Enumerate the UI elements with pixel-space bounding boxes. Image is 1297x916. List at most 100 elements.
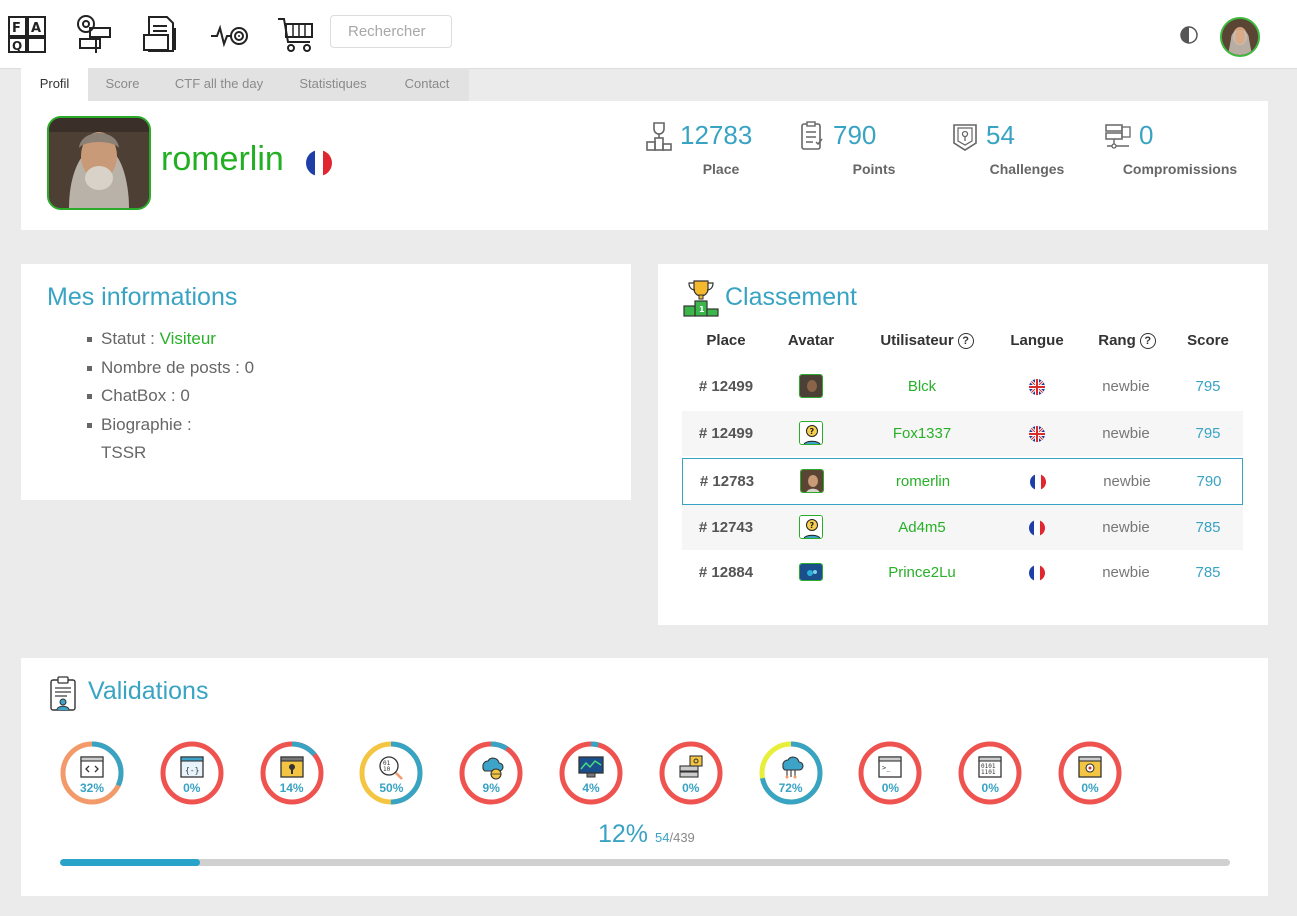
info-statut: Statut : Visiteur [87,325,254,354]
svg-text:>_: >_ [882,764,891,772]
tab-statistiques[interactable]: Statistiques [281,68,385,101]
profile-card: romerlin 12783 Place 790 Points 54 Chall… [21,101,1268,230]
avatar[interactable]: ? [799,421,823,445]
ring-percent-label: 9% [482,781,500,795]
top-bar: F A Q [0,0,1297,69]
stat-challenges-value: 54 [986,120,1015,150]
cryptanalysis-icon [279,756,304,778]
ring-percent-label: 0% [881,781,900,795]
info-bio-value: TSSR [101,439,254,468]
table-row[interactable]: # 12884 Prince2Lu newbie 785 [682,550,1243,595]
validation-ring-app-script[interactable]: >_ 0% [857,740,923,806]
row-place: # 12499 [698,425,754,442]
row-place: # 12783 [699,473,755,490]
theme-toggle-icon[interactable] [1180,26,1198,44]
posts-text: Nombre de posts : 0 [101,357,255,377]
statut-label: Statut : [101,329,160,348]
table-row[interactable]: # 12743 ? Ad4m5 newbie 785 [682,505,1243,550]
avatar[interactable]: ? [799,515,823,539]
stat-challenges-label: Challenges [989,161,1065,177]
stat-place-value: 12783 [680,120,753,150]
tab-ctf-all-the-day[interactable]: CTF all the day [157,68,281,101]
info-card: Mes informations Statut : Visiteur Nombr… [21,264,631,500]
bio-label: Biographie : [101,414,192,434]
profile-username: romerlin [161,140,284,178]
info-title: Mes informations [47,283,238,311]
row-rang: newbie [1103,473,1151,490]
validation-ring-web-server[interactable]: {-} 0% [159,740,225,806]
row-score: 795 [1195,378,1221,395]
validation-ring-forensic[interactable]: 4% [558,740,624,806]
tab-profil[interactable]: Profil [21,68,88,101]
svg-text:1101: 1101 [981,769,996,776]
validation-ring-realist[interactable]: 0% [1057,740,1123,806]
validation-ring-cracking[interactable]: 0101 1101 0% [957,740,1023,806]
ranking-title: Classement [725,283,857,311]
signpost-icon[interactable] [74,14,114,54]
user-avatar[interactable] [1220,17,1260,57]
ring-percent-label: 0% [981,781,999,795]
row-score: 785 [1195,564,1221,581]
tab-contact[interactable]: Contact [385,68,469,101]
info-posts: Nombre de posts : 0 [87,354,255,383]
progress-bar-fill [60,859,201,866]
row-user[interactable]: Ad4m5 [877,505,967,550]
ring-percent-label: 14% [279,781,304,795]
statut-value: Visiteur [159,329,216,348]
stat-challenges: 54 Challenges [952,120,1102,201]
row-rang: newbie [1102,378,1150,395]
documents-icon[interactable] [141,14,181,54]
search-input[interactable] [330,15,452,48]
row-score: 785 [1195,519,1221,536]
validation-ring-app-system[interactable]: 0% [658,740,724,806]
help-icon[interactable]: ? [1139,333,1156,349]
ring-percent-label: 32% [79,781,105,795]
stat-points-label: Points [852,161,896,177]
cracking-icon: 01011101 [978,756,1002,778]
france-flag-icon [1029,565,1045,581]
row-rang: newbie [1102,564,1150,581]
progress-count: 54/439 [655,830,695,845]
tab-score[interactable]: Score [88,68,157,101]
validation-ring-steganography[interactable]: 01 10 50% [358,740,424,806]
ring-percent-label: 72% [778,781,803,795]
web-client-icon [80,756,104,778]
ring-percent-label: 0% [183,781,201,795]
france-flag-icon [306,150,332,176]
avatar[interactable] [799,374,823,398]
validation-ring-cryptanalysis[interactable]: 14% [259,740,325,806]
stat-compromissions-label: Compromissions [1122,161,1238,177]
svg-text:10: 10 [383,766,391,773]
stat-points: 790 Points [799,120,949,201]
info-chatbox: ChatBox : 0 [87,382,254,411]
validation-ring-programming[interactable]: 72% [758,740,824,806]
avatar[interactable] [799,563,823,581]
row-user[interactable]: Fox1337 [877,411,967,456]
help-icon[interactable]: ? [957,333,974,349]
validation-ring-web-client[interactable]: 32% [59,740,125,806]
row-place: # 12743 [698,519,754,536]
table-row-current-user[interactable]: # 12783 romerlin newbie 790 [682,458,1243,505]
svg-text:A: A [31,21,41,36]
table-row[interactable]: # 12499 Blck newbie 795 [682,364,1243,409]
row-user[interactable]: romerlin [878,459,968,504]
row-user[interactable]: Blck [877,364,967,409]
svg-text:F: F [12,21,21,36]
table-row[interactable]: # 12499 ? Fox1337 newbie 795 [682,411,1243,456]
web-server-icon: {-} [180,756,204,778]
ring-percent-label: 0% [1081,781,1099,795]
cart-icon[interactable] [276,14,316,54]
steganography-icon: 0110 [379,756,404,780]
row-place: # 12499 [698,378,754,395]
chatbox-text: ChatBox : 0 [101,386,190,405]
col-score: Score [1187,332,1229,349]
target-icon[interactable] [209,14,249,54]
row-place: # 12884 [698,564,754,581]
avatar[interactable] [800,469,824,493]
ranking-card: 1 Classement Place Avatar Utilisateur? L… [658,264,1268,625]
row-user[interactable]: Prince2Lu [877,550,967,595]
validation-ring-network[interactable]: 9% [458,740,524,806]
stat-compromissions: 0 Compromissions [1105,120,1255,201]
info-biographie: Biographie : [87,411,254,440]
faq-icon[interactable]: F A Q [7,14,47,54]
